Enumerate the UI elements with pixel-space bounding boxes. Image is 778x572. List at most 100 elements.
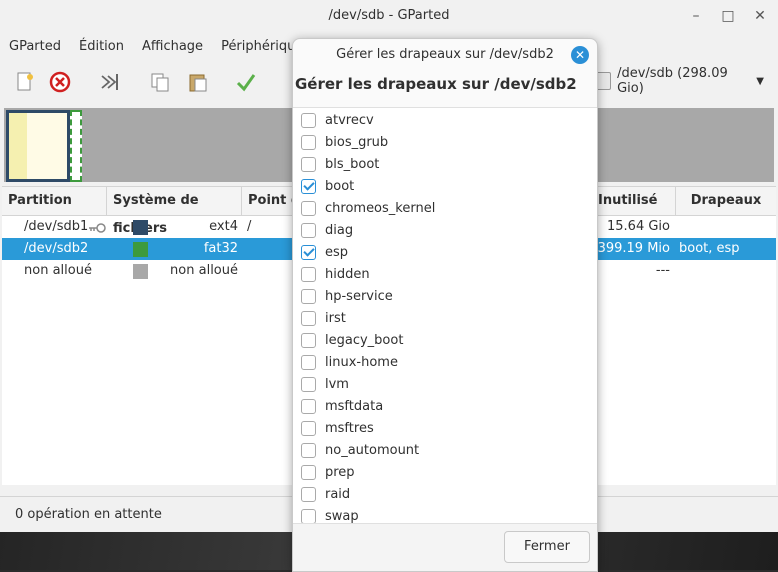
flag-item[interactable]: chromeos_kernel: [301, 197, 435, 219]
paste-button[interactable]: [184, 68, 212, 96]
cell-flags: boot, esp: [679, 241, 740, 256]
cell-unused: ---: [655, 263, 670, 278]
flag-label: no_automount: [325, 442, 420, 458]
flag-checkbox[interactable]: [301, 288, 316, 304]
apply-check-icon: [236, 74, 256, 92]
flag-checkbox[interactable]: [301, 332, 316, 348]
flag-checkbox[interactable]: [301, 486, 316, 502]
flag-label: prep: [325, 464, 355, 480]
cell-unused: 399.19 Mio: [597, 241, 670, 256]
dialog-title: Gérer les drapeaux sur /dev/sdb2: [336, 47, 554, 62]
flag-item[interactable]: bls_boot: [301, 153, 379, 175]
flag-label: diag: [325, 222, 354, 238]
flag-label: raid: [325, 486, 351, 502]
flag-item[interactable]: msftdata: [301, 395, 383, 417]
window-title: /dev/sdb - GParted: [328, 8, 450, 23]
device-selector[interactable]: /dev/sdb (298.09 Gio) ▼: [594, 66, 774, 96]
flag-label: bios_grub: [325, 134, 389, 150]
header-filesystem[interactable]: Système de fichiers: [107, 187, 242, 236]
delete-partition-button[interactable]: [46, 68, 74, 96]
flag-checkbox[interactable]: [301, 266, 316, 282]
flag-item[interactable]: irst: [301, 307, 346, 329]
flag-item[interactable]: atvrecv: [301, 109, 374, 131]
flag-item[interactable]: msftres: [301, 417, 374, 439]
cell-partition: /dev/sdb1: [24, 219, 89, 234]
flag-checkbox[interactable]: [301, 508, 316, 524]
flag-checkbox[interactable]: [301, 134, 316, 150]
flag-checkbox[interactable]: [301, 464, 316, 480]
flag-checkbox[interactable]: [301, 420, 316, 436]
flag-item[interactable]: linux-home: [301, 351, 398, 373]
flag-item[interactable]: prep: [301, 461, 355, 483]
flag-item[interactable]: diag: [301, 219, 353, 241]
copy-button[interactable]: [146, 68, 174, 96]
new-partition-button[interactable]: [10, 68, 38, 96]
close-button[interactable]: Fermer: [504, 531, 590, 563]
dialog-heading: Gérer les drapeaux sur /dev/sdb2: [295, 75, 577, 93]
flag-checkbox[interactable]: [301, 222, 316, 238]
cell-unused: 15.64 Gio: [607, 219, 670, 234]
flag-label: legacy_boot: [325, 332, 404, 348]
flag-label: boot: [325, 178, 355, 194]
chevron-down-icon: ▼: [756, 75, 764, 87]
flag-checkbox-checked[interactable]: [301, 244, 316, 260]
cell-partition: non alloué: [24, 263, 92, 278]
flag-item[interactable]: boot: [301, 175, 354, 197]
flag-checkbox[interactable]: [301, 442, 316, 458]
dialog-footer: Fermer: [293, 523, 597, 571]
header-unused[interactable]: Inutilisé: [592, 187, 676, 215]
menu-affichage[interactable]: Affichage: [133, 39, 212, 54]
flag-checkbox[interactable]: [301, 354, 316, 370]
flag-label: esp: [325, 244, 349, 260]
diskmap-sdb1[interactable]: [6, 110, 70, 182]
flag-checkbox[interactable]: [301, 398, 316, 414]
flag-item[interactable]: esp: [301, 241, 348, 263]
flag-checkbox[interactable]: [301, 112, 316, 128]
flag-label: lvm: [325, 376, 349, 392]
header-flags[interactable]: Drapeaux: [676, 187, 776, 215]
flag-label: atvrecv: [325, 112, 374, 128]
flag-label: hidden: [325, 266, 370, 282]
filesystem-color-swatch: [133, 220, 148, 235]
flag-item[interactable]: legacy_boot: [301, 329, 403, 351]
close-icon[interactable]: ✕: [752, 0, 768, 32]
flag-item[interactable]: lvm: [301, 373, 349, 395]
flag-label: chromeos_kernel: [325, 200, 436, 216]
header-partition[interactable]: Partition: [2, 187, 107, 215]
copy-icon: [151, 73, 169, 92]
pending-operations-label: 0 opération en attente: [15, 507, 162, 522]
menu-edition[interactable]: Édition: [70, 39, 133, 54]
menu-gparted[interactable]: GParted: [0, 39, 70, 54]
resize-move-button[interactable]: [96, 68, 124, 96]
minimize-icon[interactable]: –: [688, 0, 704, 32]
flag-label: bls_boot: [325, 156, 380, 172]
flag-checkbox-checked[interactable]: [301, 178, 316, 194]
cell-filesystem: fat32: [203, 241, 238, 256]
flag-item[interactable]: hp-service: [301, 285, 393, 307]
flag-checkbox[interactable]: [301, 156, 316, 172]
dialog-close-icon[interactable]: ✕: [571, 46, 589, 64]
delete-icon: [49, 71, 71, 93]
flag-item[interactable]: no_automount: [301, 439, 419, 461]
flag-label: swap: [325, 508, 359, 524]
flags-list: atvrecv bios_grub bls_boot boot chromeos…: [293, 107, 597, 524]
diskmap-sdb2[interactable]: [70, 110, 82, 182]
flag-item[interactable]: raid: [301, 483, 350, 505]
dialog-titlebar: Gérer les drapeaux sur /dev/sdb2: [293, 39, 597, 71]
flag-item[interactable]: bios_grub: [301, 131, 388, 153]
flag-checkbox[interactable]: [301, 310, 316, 326]
filesystem-color-swatch: [133, 264, 148, 279]
paste-icon: [189, 74, 207, 92]
resize-icon: [101, 74, 118, 90]
flag-item[interactable]: hidden: [301, 263, 370, 285]
flag-checkbox[interactable]: [301, 376, 316, 392]
flag-checkbox[interactable]: [301, 200, 316, 216]
cell-filesystem: non alloué: [170, 263, 238, 278]
maximize-icon[interactable]: □: [720, 0, 736, 32]
device-label: /dev/sdb (298.09 Gio): [617, 66, 728, 96]
cell-mountpoint: /: [247, 219, 252, 234]
apply-button[interactable]: [232, 68, 260, 96]
flag-label: irst: [325, 310, 346, 326]
cell-filesystem: ext4: [209, 219, 238, 234]
window-controls: – □ ✕: [688, 0, 768, 32]
